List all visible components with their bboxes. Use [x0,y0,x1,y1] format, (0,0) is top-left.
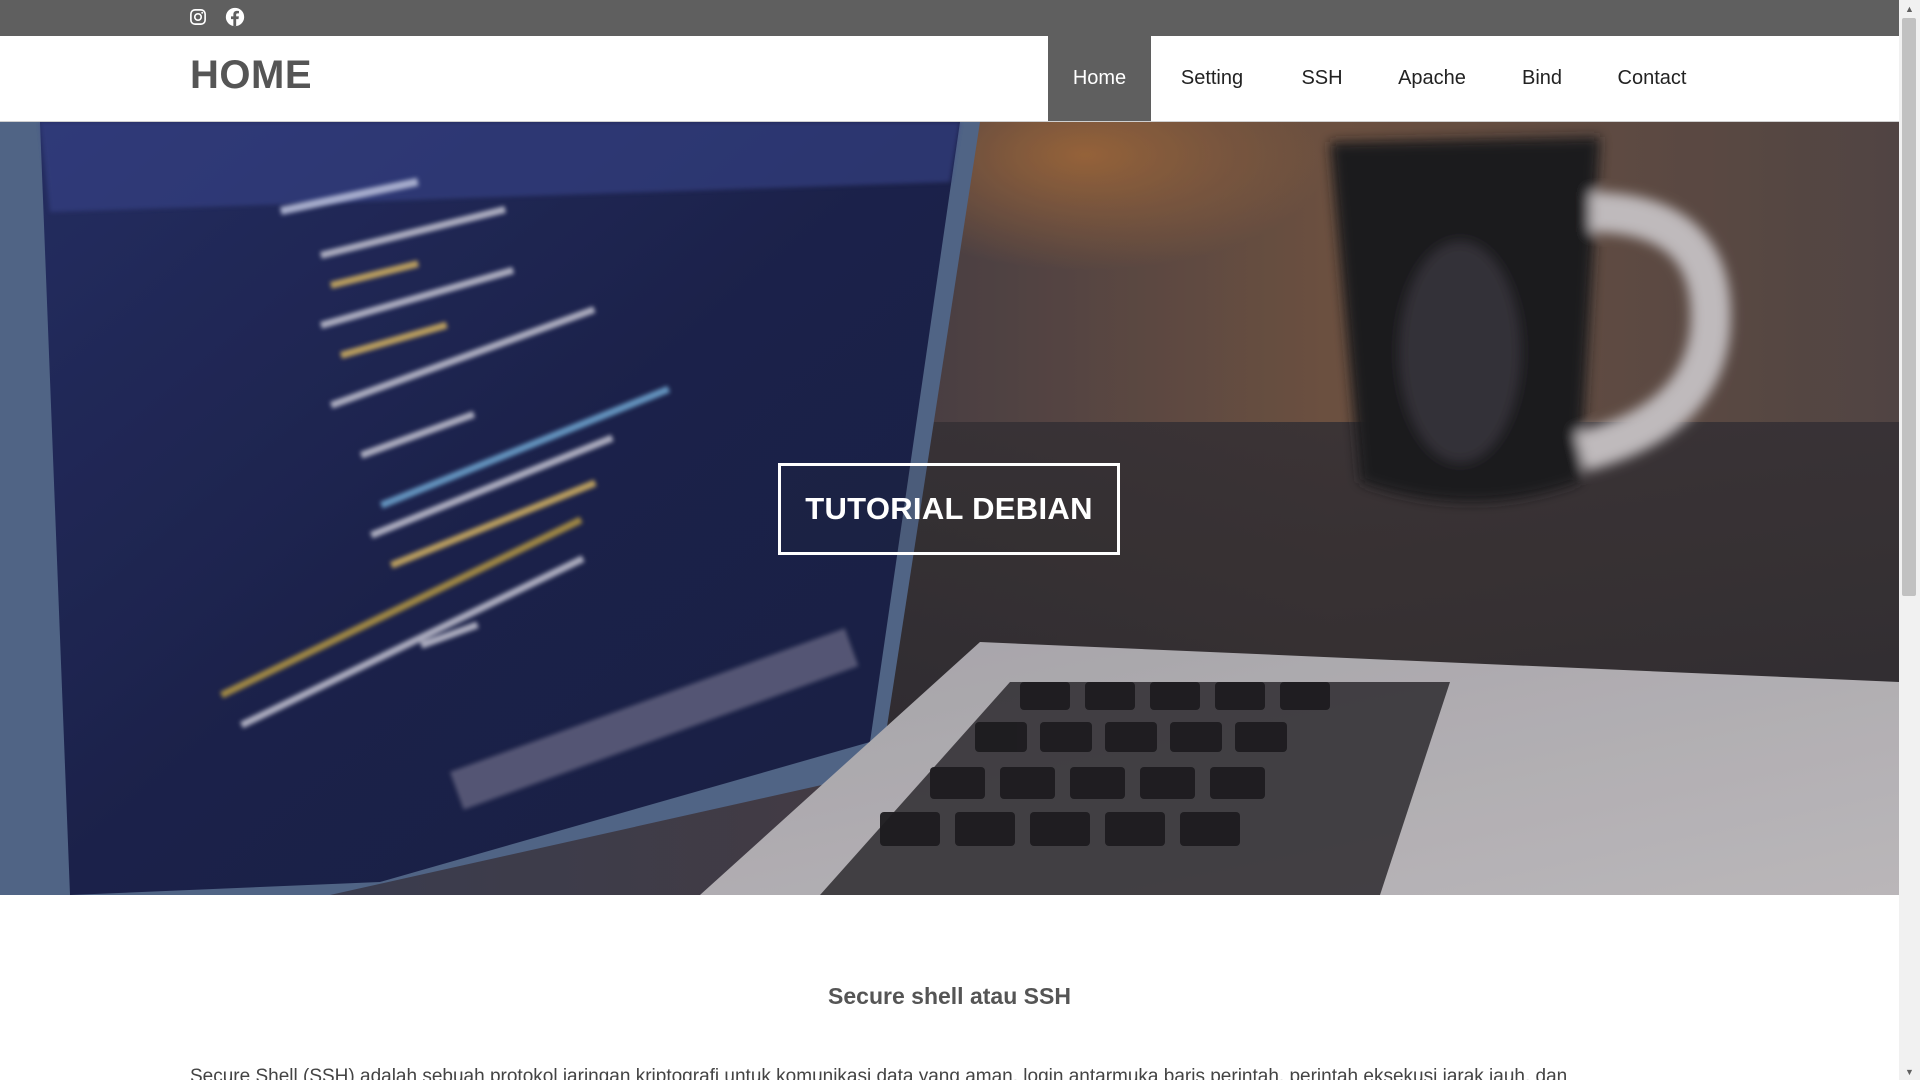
scrollbar-thumb[interactable] [1902,18,1916,596]
nav-setting[interactable]: Setting [1151,36,1273,121]
nav-apache[interactable]: Apache [1371,36,1493,121]
facebook-icon[interactable] [224,6,246,28]
scroll-down-icon[interactable]: ▼ [1899,1063,1920,1080]
site-brand[interactable]: HOME [190,53,312,98]
scroll-up-icon[interactable]: ▲ [1899,0,1920,17]
nav-bind[interactable]: Bind [1493,36,1591,121]
social-bar [0,0,1899,36]
nav-home[interactable]: Home [1048,36,1151,121]
instagram-icon[interactable] [187,6,209,28]
hero-title: TUTORIAL DEBIAN [778,463,1120,555]
nav-contact[interactable]: Contact [1591,36,1713,121]
section-title: Secure shell atau SSH [828,983,1071,1009]
hero-banner: TUTORIAL DEBIAN [0,122,1899,895]
intro-paragraph: Secure Shell (SSH) adalah sebuah protoko… [190,1066,1568,1080]
page: HOME Home Setting SSH Apache Bind Contac… [0,0,1920,1080]
page-scrollbar[interactable]: ▲ ▼ [1899,0,1920,1080]
nav-ssh[interactable]: SSH [1273,36,1371,121]
site-header: HOME Home Setting SSH Apache Bind Contac… [0,36,1899,122]
main-nav: Home Setting SSH Apache Bind Contact [1048,36,1713,121]
